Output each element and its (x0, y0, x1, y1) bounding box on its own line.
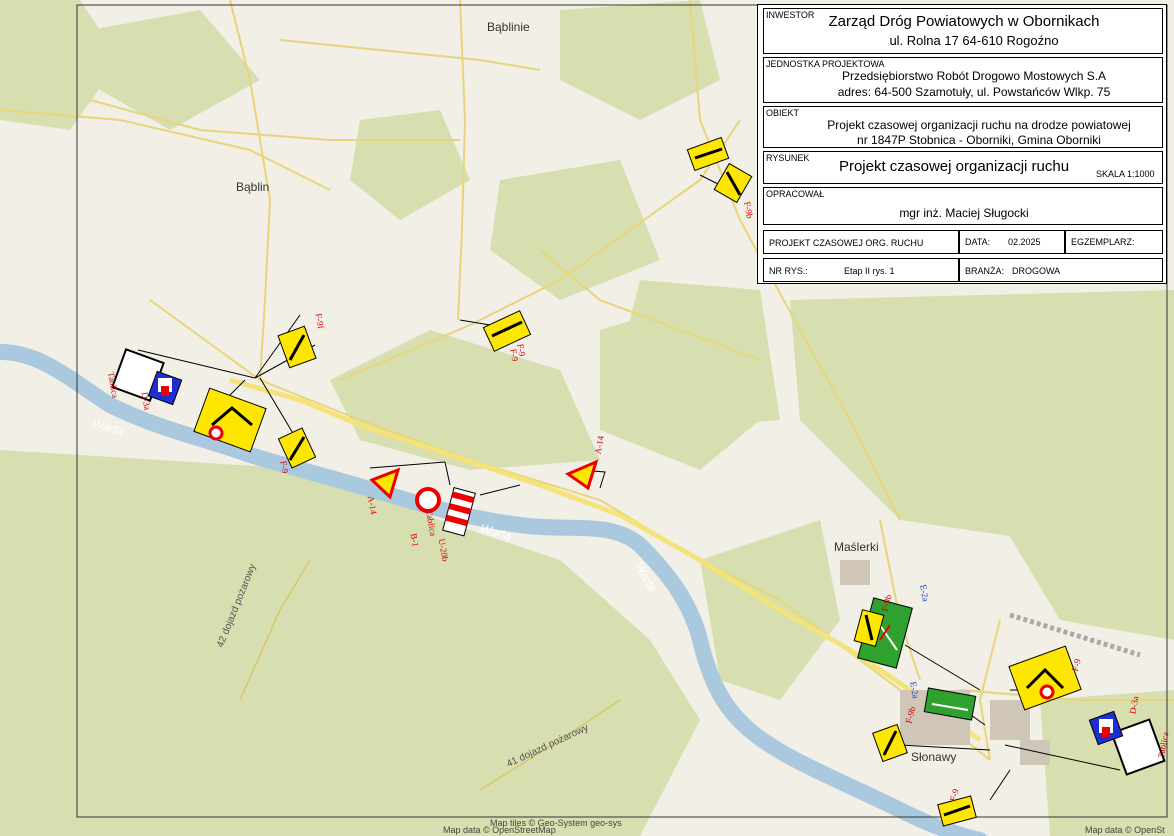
object-cell: OBIEKT Projekt czasowej organizacji ruch… (763, 106, 1163, 148)
drawing-label: RYSUNEK (766, 153, 810, 163)
copy-label: EGZEMPLARZ: (1071, 237, 1135, 247)
place-maslerki: Maślerki (834, 540, 879, 554)
drawing-no-value: Etap II rys. 1 (844, 266, 895, 276)
sign-code-f9-d: F-9 (515, 342, 528, 358)
designer-cell: JEDNOSTKA PROJEKTOWA Przedsiębiorstwo Ro… (763, 57, 1163, 103)
place-slonawy: Słonawy (911, 750, 957, 764)
branch-cell: BRANŻA: DROGOWA (959, 258, 1163, 282)
designer-name: Przedsiębiorstwo Robót Drogowo Mostowych… (841, 69, 1107, 83)
attribution-right: Map data © OpenSt (1085, 825, 1165, 835)
project-type: PROJEKT CZASOWEJ ORG. RUCHU (769, 238, 924, 248)
object-label: OBIEKT (766, 108, 800, 118)
sign-b1 (415, 487, 441, 513)
place-bablin: Bąblin (236, 180, 270, 194)
author-cell: OPRACOWAŁ mgr inż. Maciej Sługocki (763, 187, 1163, 225)
investor-address: ul. Rolna 17 64-610 Rogoźno (889, 33, 1059, 48)
sign-code-f9-e: F-9 (278, 459, 291, 475)
branch-value: DROGOWA (1012, 266, 1061, 276)
investor-cell: INWESTOR Zarząd Dróg Powiatowych w Oborn… (763, 8, 1163, 54)
object-line1: Projekt czasowej organizacji ruchu na dr… (827, 118, 1131, 132)
investor-name: Zarząd Dróg Powiatowych w Obornikach (828, 13, 1100, 30)
object-line2: nr 1847P Stobnica - Oborniki, Gmina Obor… (857, 133, 1101, 147)
project-type-cell: PROJEKT CZASOWEJ ORG. RUCHU (763, 230, 959, 254)
drawing-scale: SKALA 1:1000 (1096, 169, 1155, 179)
sign-code-b1: B-1 (408, 532, 421, 548)
date-label: DATA: (965, 237, 991, 247)
title-block: INWESTOR Zarząd Dróg Powiatowych w Oborn… (757, 4, 1167, 284)
date-cell: DATA: 02.2025 (959, 230, 1065, 254)
copy-cell: EGZEMPLARZ: (1065, 230, 1163, 254)
drawing-no-label: NR RYS.: (769, 266, 808, 276)
drawing-cell: RYSUNEK Projekt czasowej organizacji ruc… (763, 151, 1163, 184)
drawing-title: Projekt czasowej organizacji ruchu (838, 158, 1070, 175)
drawing-no-cell: NR RYS.: Etap II rys. 1 (763, 258, 959, 282)
author-name: mgr inż. Maciej Sługocki (899, 206, 1029, 220)
author-label: OPRACOWAŁ (766, 189, 825, 199)
attribution-left: Map data © OpenStreetMap (443, 825, 556, 835)
designer-label: JEDNOSTKA PROJEKTOWA (766, 59, 885, 69)
place-bablinie: Bąblinie (487, 20, 530, 34)
branch-label: BRANŻA: (965, 266, 1005, 276)
designer-address: adres: 64-500 Szamotuły, ul. Powstańców … (837, 85, 1111, 99)
date-value: 02.2025 (1008, 237, 1041, 247)
